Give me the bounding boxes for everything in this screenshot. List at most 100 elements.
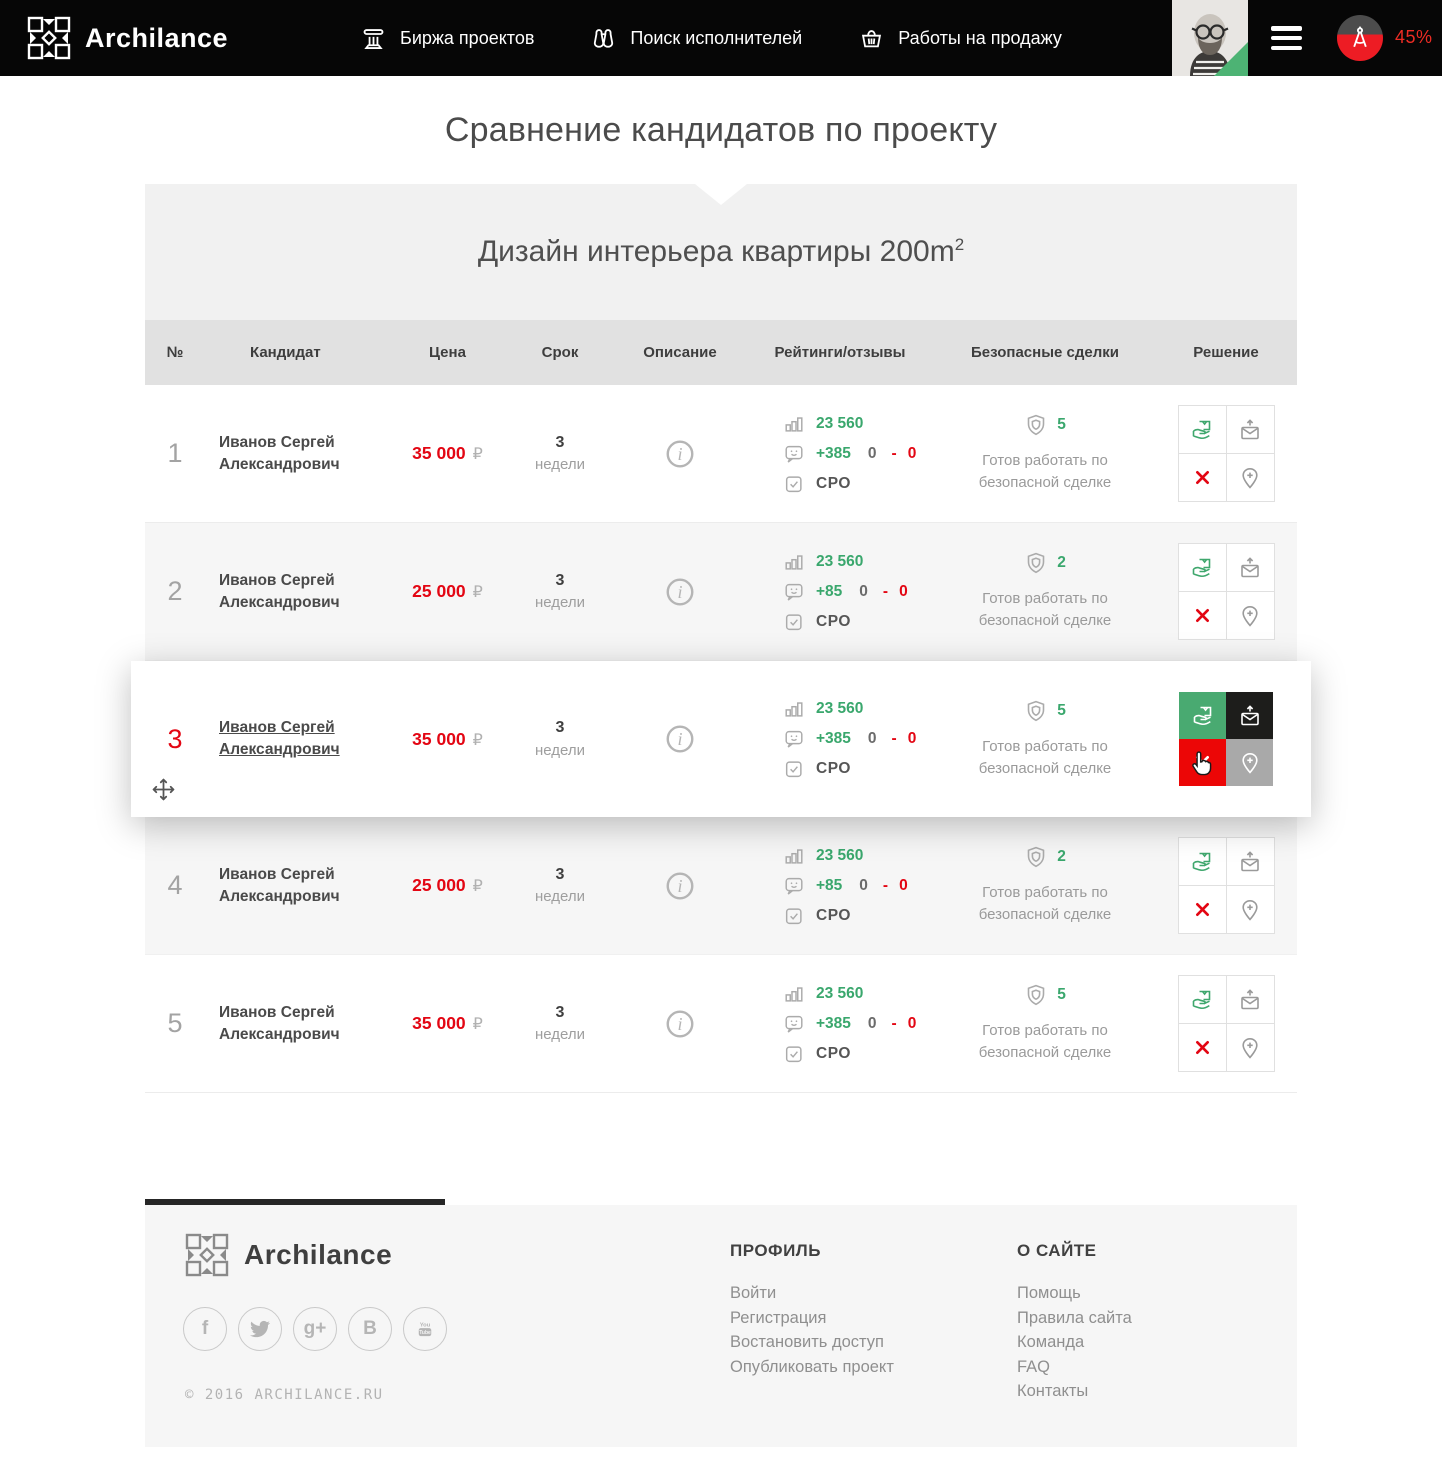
reviews-negative: 0 — [899, 583, 908, 601]
safe-deals-cell: 2 Готов работать по безопасной сделке — [935, 845, 1155, 926]
add-location-button[interactable] — [1226, 739, 1273, 786]
google-plus-icon[interactable]: g+ — [293, 1307, 337, 1351]
vk-icon[interactable]: B — [348, 1307, 392, 1351]
accept-deal-button[interactable] — [1179, 692, 1226, 739]
shield-icon — [1024, 845, 1048, 869]
info-icon[interactable] — [664, 1008, 696, 1040]
send-message-button[interactable] — [1227, 976, 1274, 1023]
nav-item-label: Поиск исполнителей — [630, 28, 802, 49]
price-value: 25 000 — [412, 581, 466, 602]
reject-button[interactable] — [1179, 592, 1226, 639]
bar-chart-icon — [783, 845, 805, 867]
deals-count: 5 — [1057, 986, 1066, 1004]
price-value: 25 000 — [412, 875, 466, 896]
add-location-button[interactable] — [1227, 454, 1274, 501]
add-location-button[interactable] — [1227, 886, 1274, 933]
send-message-button[interactable] — [1227, 838, 1274, 885]
accept-deal-button[interactable] — [1179, 976, 1226, 1023]
footer-link-faq[interactable]: FAQ — [1017, 1355, 1132, 1380]
shield-icon — [1024, 551, 1048, 575]
hamburger-menu-icon[interactable] — [1271, 26, 1302, 50]
safe-deals-cell: 5 Готов работать по безопасной сделке — [935, 983, 1155, 1064]
shield-icon — [1024, 413, 1048, 437]
currency-sign: ₽ — [473, 730, 483, 750]
shield-icon — [1024, 699, 1048, 723]
footer-column-title: ПРОФИЛЬ — [730, 1241, 894, 1261]
reviews-neutral: 0 — [868, 730, 877, 748]
candidate-name-link[interactable]: Иванов Сергей Александрович — [219, 717, 371, 760]
footer-link-rules[interactable]: Правила сайта — [1017, 1306, 1132, 1331]
archilance-logo-icon — [27, 16, 71, 60]
facebook-icon[interactable]: f — [183, 1307, 227, 1351]
footer-link-team[interactable]: Команда — [1017, 1330, 1132, 1355]
send-message-button[interactable] — [1227, 544, 1274, 591]
footer-link-help[interactable]: Помощь — [1017, 1281, 1132, 1306]
drafting-compass-icon — [1346, 24, 1374, 52]
reviews-neutral: 0 — [859, 877, 868, 895]
footer-link-register[interactable]: Регистрация — [730, 1306, 894, 1331]
term-unit: недели — [535, 886, 585, 907]
term-value: 3 — [556, 864, 565, 886]
avatar-photo — [1172, 0, 1248, 76]
twitter-icon[interactable] — [238, 1307, 282, 1351]
candidate-name-link[interactable]: Иванов Сергей Александрович — [219, 1002, 371, 1045]
info-icon[interactable] — [664, 576, 696, 608]
title-section: Сравнение кандидатов по проекту — [0, 76, 1442, 184]
accept-deal-button[interactable] — [1179, 544, 1226, 591]
youtube-icon[interactable] — [403, 1307, 447, 1351]
reject-button[interactable] — [1179, 739, 1226, 786]
add-location-button[interactable] — [1227, 1024, 1274, 1071]
reject-button[interactable] — [1179, 886, 1226, 933]
row-number: 4 — [145, 870, 205, 901]
drag-move-icon[interactable] — [151, 777, 176, 802]
profile-progress-badge[interactable] — [1337, 15, 1383, 61]
decision-buttons — [1178, 975, 1275, 1072]
footer-link-contacts[interactable]: Контакты — [1017, 1379, 1132, 1404]
candidate-name-link[interactable]: Иванов Сергей Александрович — [219, 570, 371, 613]
candidate-name-link[interactable]: Иванов Сергей Александрович — [219, 864, 371, 907]
accept-deal-button[interactable] — [1179, 406, 1226, 453]
rating-score: 23 560 — [816, 415, 863, 433]
footer-link-restore-access[interactable]: Востановить доступ — [730, 1330, 894, 1355]
term-value: 3 — [556, 570, 565, 592]
reject-button[interactable] — [1179, 454, 1226, 501]
nav-item-works-for-sale[interactable]: Работы на продажу — [858, 25, 1062, 52]
col-header-decision: Решение — [1155, 344, 1297, 361]
candidate-name-link[interactable]: Иванов Сергей Александрович — [219, 432, 371, 475]
brand[interactable]: Archilance — [27, 0, 228, 76]
info-icon[interactable] — [664, 438, 696, 470]
send-message-button[interactable] — [1226, 692, 1273, 739]
deal-hand-icon — [1190, 418, 1214, 442]
rating-score: 23 560 — [816, 700, 863, 718]
ratings-cell: 23 560 +3850-0 СРО — [745, 983, 935, 1065]
footer-link-login[interactable]: Войти — [730, 1281, 894, 1306]
table-row: 1 Иванов Сергей Александрович 35 000₽ 3н… — [145, 385, 1297, 523]
reviews-negative: 0 — [908, 1015, 917, 1033]
send-message-button[interactable] — [1227, 406, 1274, 453]
info-icon[interactable] — [664, 723, 696, 755]
decision-buttons — [1178, 837, 1275, 934]
reviews-icon — [783, 728, 805, 750]
shield-icon — [1024, 983, 1048, 1007]
user-avatar[interactable] — [1172, 0, 1248, 76]
info-icon[interactable] — [664, 870, 696, 902]
reject-button[interactable] — [1179, 1024, 1226, 1071]
cert-label: СРО — [816, 760, 851, 778]
pin-plus-icon — [1238, 1036, 1262, 1060]
add-location-button[interactable] — [1227, 592, 1274, 639]
col-header-deals: Безопасные сделки — [935, 344, 1155, 361]
rating-score: 23 560 — [816, 985, 863, 1003]
nav-item-search-performers[interactable]: Поиск исполнителей — [590, 25, 802, 52]
footer-brand[interactable]: Archilance — [185, 1233, 392, 1277]
rating-score: 23 560 — [816, 847, 863, 865]
reviews-positive: +385 — [816, 445, 851, 463]
accept-deal-button[interactable] — [1179, 838, 1226, 885]
footer-link-publish-project[interactable]: Опубликовать проект — [730, 1355, 894, 1380]
close-icon — [1193, 468, 1212, 487]
nav-item-label: Работы на продажу — [898, 28, 1062, 49]
col-header-candidate: Кандидат — [205, 344, 390, 361]
deal-hand-icon — [1190, 850, 1214, 874]
nav-item-projects-exchange[interactable]: Биржа проектов — [360, 25, 534, 52]
mail-send-icon — [1238, 850, 1262, 874]
price-value: 35 000 — [412, 729, 466, 750]
